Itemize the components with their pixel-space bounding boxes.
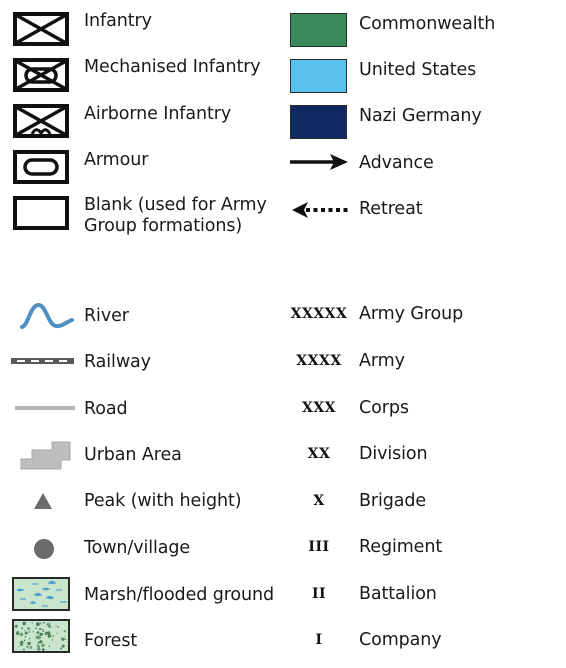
army-label: Army [359, 351, 405, 371]
urban-area-icon [20, 441, 72, 470]
mechanised-infantry-label: Mechanised Infantry [84, 57, 261, 77]
marsh-label: Marsh/flooded ground [84, 585, 275, 605]
forest-label: Forest [84, 631, 138, 651]
blank-unit-label-line2: Group formations) [84, 216, 243, 236]
brigade-symbol: X [313, 493, 325, 509]
corps-label: Corps [359, 398, 409, 418]
regiment-label: Regiment [359, 537, 443, 557]
commonwealth-label: Commonwealth [359, 14, 496, 34]
peak-label: Peak (with height) [84, 491, 242, 511]
retreat-label: Retreat [359, 199, 423, 219]
corps-symbol: XXX [301, 400, 337, 416]
army-symbol: XXXX [296, 353, 342, 369]
advance-label: Advance [359, 153, 434, 173]
division-label: Division [359, 444, 428, 464]
company-label: Company [359, 630, 442, 650]
town-icon [33, 538, 55, 560]
company-symbol: I [315, 632, 323, 648]
armour-icon [13, 150, 69, 184]
forest-icon [12, 619, 70, 653]
peak-icon [33, 492, 53, 510]
division-symbol: XX [307, 446, 331, 462]
brigade-label: Brigade [359, 491, 427, 511]
airborne-infantry-icon [13, 104, 69, 138]
advance-arrow-icon [290, 153, 350, 171]
battalion-symbol: II [311, 586, 327, 602]
infantry-label: Infantry [84, 11, 152, 31]
railway-icon [11, 357, 75, 365]
regiment-symbol: III [308, 539, 330, 555]
nazi-germany-swatch [290, 105, 347, 139]
town-label: Town/village [84, 538, 191, 558]
infantry-icon [13, 12, 69, 46]
road-icon [15, 405, 75, 411]
retreat-arrow-icon [290, 201, 350, 219]
united-states-label: United States [359, 60, 477, 80]
army-group-symbol: XXXXX [290, 306, 348, 322]
united-states-swatch [290, 59, 347, 93]
river-label: River [84, 306, 129, 326]
nazi-germany-label: Nazi Germany [359, 106, 482, 126]
battalion-label: Battalion [359, 584, 437, 604]
mechanised-infantry-icon [13, 58, 69, 92]
commonwealth-swatch [290, 13, 347, 47]
blank-unit-label: Blank (used for Army [84, 195, 267, 215]
airborne-infantry-label: Airborne Infantry [84, 104, 232, 124]
army-group-label: Army Group [359, 304, 464, 324]
marsh-icon [12, 577, 70, 611]
road-label: Road [84, 399, 128, 419]
urban-area-label: Urban Area [84, 445, 182, 465]
armour-label: Armour [84, 150, 149, 170]
river-icon [18, 300, 74, 332]
blank-unit-icon [13, 196, 69, 230]
railway-label: Railway [84, 352, 151, 372]
